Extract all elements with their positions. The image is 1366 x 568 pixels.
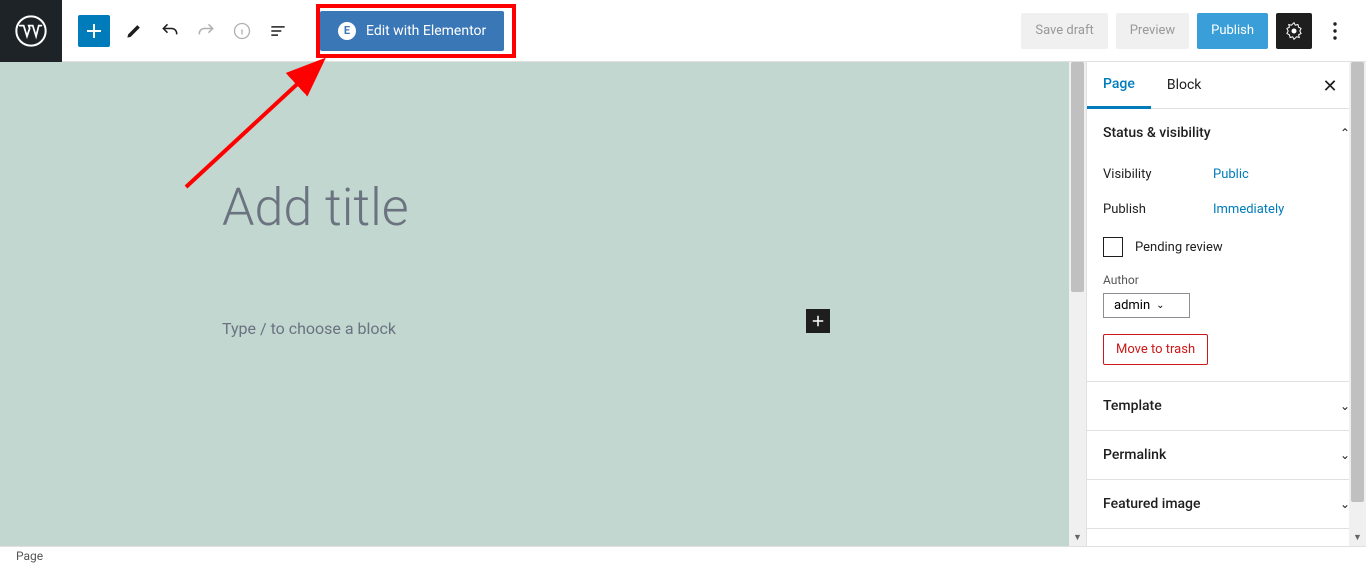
- undo-button[interactable]: [152, 13, 188, 49]
- sidebar-scrollbar[interactable]: ▲ ▼: [1349, 62, 1366, 546]
- breadcrumb[interactable]: Page: [16, 549, 43, 563]
- add-block-button[interactable]: [78, 15, 110, 47]
- pending-review-label: Pending review: [1135, 240, 1223, 255]
- panel-title: Featured image: [1103, 496, 1201, 512]
- tab-page[interactable]: Page: [1087, 62, 1151, 109]
- more-options-button[interactable]: [1320, 13, 1350, 49]
- tab-block[interactable]: Block: [1151, 62, 1218, 108]
- block-placeholder-text[interactable]: Type / to choose a block: [222, 319, 396, 338]
- scrollbar-thumb[interactable]: [1351, 62, 1364, 502]
- visibility-value[interactable]: Public: [1213, 167, 1249, 182]
- close-sidebar-button[interactable]: ✕: [1318, 74, 1342, 98]
- redo-button: [188, 13, 224, 49]
- panel-permalink-header[interactable]: Permalink ⌄: [1087, 431, 1366, 479]
- list-view-icon[interactable]: [260, 13, 296, 49]
- edit-icon[interactable]: [116, 13, 152, 49]
- publish-value[interactable]: Immediately: [1213, 202, 1284, 217]
- panel-title: Permalink: [1103, 447, 1166, 463]
- chevron-down-icon: ⌄: [1156, 300, 1164, 311]
- inline-add-block-button[interactable]: [806, 309, 830, 333]
- page-title-input[interactable]: Add title: [222, 177, 409, 238]
- panel-template-header[interactable]: Template ⌄: [1087, 382, 1366, 430]
- elementor-label: Edit with Elementor: [366, 23, 486, 39]
- breadcrumb-bar: Page: [0, 546, 1366, 568]
- preview-button[interactable]: Preview: [1116, 13, 1189, 49]
- settings-button[interactable]: [1276, 13, 1312, 49]
- panel-title: Template: [1103, 398, 1162, 414]
- panel-status-visibility-header[interactable]: Status & visibility ⌃: [1087, 109, 1366, 157]
- publish-button[interactable]: Publish: [1197, 13, 1268, 49]
- save-draft-button[interactable]: Save draft: [1021, 13, 1107, 49]
- author-label: Author: [1103, 267, 1350, 287]
- author-select[interactable]: admin ⌄: [1103, 293, 1190, 318]
- wordpress-logo[interactable]: [0, 0, 62, 62]
- pending-review-checkbox[interactable]: [1103, 237, 1123, 257]
- scrollbar-thumb[interactable]: [1071, 62, 1084, 292]
- visibility-label: Visibility: [1103, 167, 1213, 182]
- info-icon[interactable]: [224, 13, 260, 49]
- settings-sidebar: Page Block ✕ Status & visibility ⌃ Visib…: [1086, 62, 1366, 546]
- editor-canvas[interactable]: Add title Type / to choose a block ▲ ▼: [0, 62, 1086, 546]
- panel-featured-image-header[interactable]: Featured image ⌄: [1087, 480, 1366, 528]
- panel-title: Status & visibility: [1103, 125, 1211, 141]
- canvas-scrollbar[interactable]: ▲ ▼: [1069, 62, 1086, 546]
- scroll-down-icon[interactable]: ▼: [1069, 529, 1086, 546]
- author-value: admin: [1114, 298, 1150, 313]
- move-to-trash-button[interactable]: Move to trash: [1103, 334, 1208, 365]
- scroll-down-icon[interactable]: ▼: [1349, 529, 1366, 546]
- edit-with-elementor-button[interactable]: E Edit with Elementor: [320, 11, 504, 51]
- publish-label: Publish: [1103, 202, 1213, 217]
- elementor-icon: E: [338, 22, 356, 40]
